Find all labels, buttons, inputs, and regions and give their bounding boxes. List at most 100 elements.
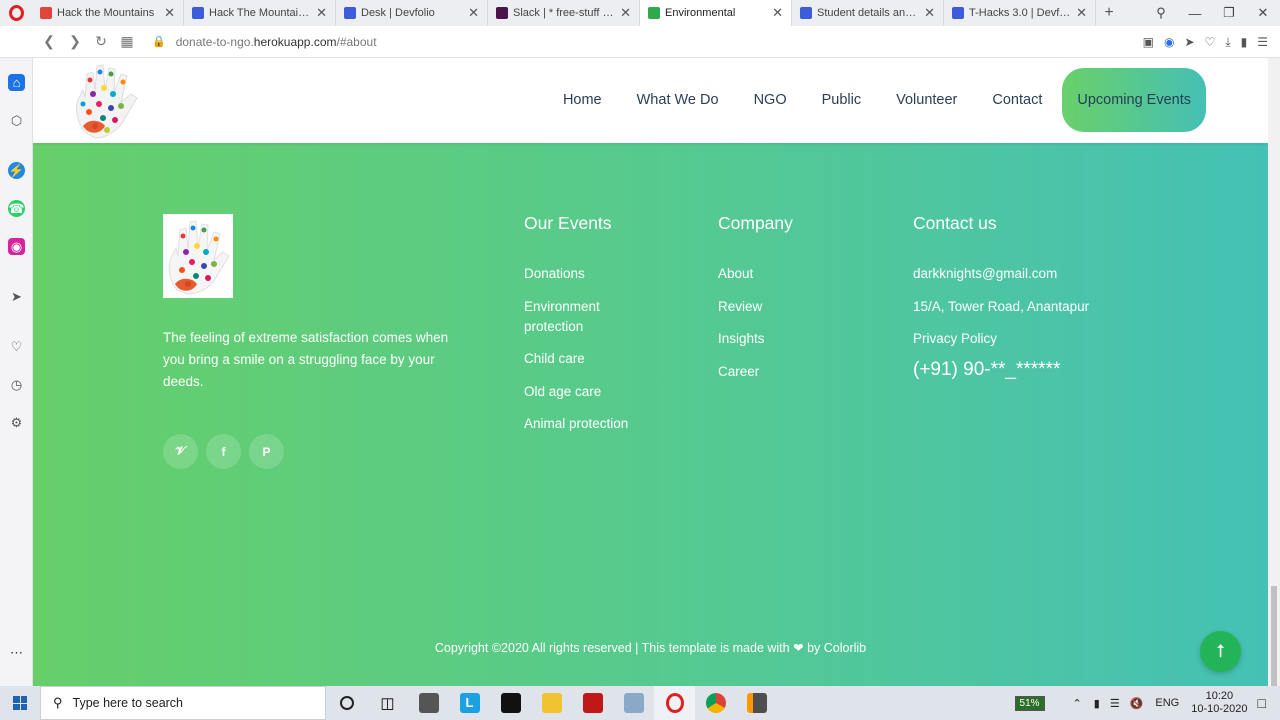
app-blue-icon[interactable] [613,686,654,720]
volume-icon[interactable]: 🔇 [1130,697,1144,710]
company-link-about[interactable]: About [718,264,868,284]
calculator-icon[interactable] [408,686,449,720]
scroll-to-top-button[interactable]: ⭡ [1200,631,1241,672]
new-tab-button[interactable]: + [1096,4,1122,22]
event-link-donations[interactable]: Donations [524,264,674,284]
language-indicator[interactable]: ENG [1155,697,1179,709]
tab-close-icon[interactable]: ✕ [164,5,175,21]
browser-tab[interactable]: Environmental ✕ [640,0,792,26]
lock-icon[interactable]: 🔒 [152,35,166,48]
pinterest-icon[interactable]: P [249,434,284,469]
mcafee-icon[interactable] [572,686,613,720]
more-dots-icon[interactable]: ⋯ [8,644,25,661]
nav-home[interactable]: Home [563,92,602,108]
site-logo[interactable] [69,60,143,140]
address-bar: ❮ ❯ ↻ ▦ 🔒 donate-to-ngo.herokuapp.com/#a… [0,26,1280,58]
search-tabs-icon[interactable]: ⚲ [1144,5,1178,21]
browser-tab[interactable]: Student details and doc ✕ [792,0,944,26]
cube-icon[interactable]: ⬡ [8,112,25,129]
tab-close-icon[interactable]: ✕ [620,5,631,21]
nav-volunteer[interactable]: Volunteer [896,92,957,108]
minimize-button[interactable]: — [1178,6,1212,21]
chrome-icon[interactable] [695,686,736,720]
app-black-icon[interactable] [490,686,531,720]
contact-heading: Contact us [913,213,997,233]
company-link-career[interactable]: Career [718,362,868,382]
nav-contact[interactable]: Contact [992,92,1042,108]
browser-tab[interactable]: Hack The Mountains: Da ✕ [184,0,336,26]
wifi-icon[interactable]: ☰ [1110,697,1120,710]
event-link-old-age-care[interactable]: Old age care [524,382,674,402]
site-footer: The feeling of extreme satisfaction come… [33,143,1268,686]
tab-close-icon[interactable]: ✕ [468,5,479,21]
heart-icon[interactable]: ♡ [8,338,25,355]
event-link-child-care[interactable]: Child care [524,349,674,369]
taskbar-search[interactable]: ⚲ Type here to search [40,686,326,720]
contact-phone: (+91) 90-**_****** [913,358,1061,380]
start-button[interactable] [0,686,40,720]
contact-email[interactable]: darkknights@gmail.com [913,264,1153,284]
colorlib-link[interactable]: by Colorlib [807,641,866,655]
flow-send-icon[interactable]: ➤ [1184,35,1194,49]
twitter-icon[interactable]: 𝓥 [163,434,198,469]
battery-icon[interactable]: ▮ [1094,697,1100,710]
company-link-review[interactable]: Review [718,297,868,317]
battery-saver-icon[interactable]: ▮ [1241,35,1248,49]
tab-close-icon[interactable]: ✕ [1076,5,1087,21]
notification-icon[interactable]: □ [1258,695,1266,711]
shield-icon[interactable]: ◉ [1164,35,1174,49]
privacy-policy-link[interactable]: Privacy Policy [913,329,1153,349]
heart-icon: ❤ [793,641,804,655]
company-link-insights[interactable]: Insights [718,329,868,349]
event-link-environment[interactable]: Environment protection [524,297,634,337]
browser-tab[interactable]: Desk | Devfolio ✕ [336,0,488,26]
system-tray: 51% ⌃ ▮ ☰ 🔇 ENG 10:20 10-10-2020 □ [1014,686,1280,720]
browser-tab[interactable]: Slack | * free-stuff | Hack ✕ [488,0,640,26]
tab-title: Hack the Mountains [57,7,155,19]
app-l-icon[interactable]: L [449,686,490,720]
facebook-icon[interactable]: f [206,434,241,469]
tab-close-icon[interactable]: ✕ [924,5,935,21]
cortana-icon[interactable] [326,686,367,720]
tab-close-icon[interactable]: ✕ [316,5,327,21]
nav-public[interactable]: Public [822,92,862,108]
instagram-icon[interactable]: ◉ [8,238,25,255]
snapshot-icon[interactable]: ▣ [1143,35,1154,49]
forward-button[interactable]: ❯ [62,33,88,50]
clock[interactable]: 10:20 10-10-2020 [1191,690,1247,716]
browser-tab[interactable]: Hack the Mountains ✕ [32,0,184,26]
easy-setup-icon[interactable]: ☰ [1257,35,1268,49]
page-scrollbar[interactable] [1268,58,1280,686]
messenger-icon[interactable]: ⚡ [8,162,25,179]
bookmark-heart-icon[interactable]: ♡ [1205,35,1216,49]
tabs-grid-icon[interactable]: ▦ [114,33,140,50]
tab-close-icon[interactable]: ✕ [772,5,783,21]
back-button[interactable]: ❮ [36,33,62,50]
reload-button[interactable]: ↻ [88,33,114,50]
opera-taskbar-icon[interactable] [654,686,695,720]
nav-what-we-do[interactable]: What We Do [637,92,719,108]
settings-gear-icon[interactable]: ⚙ [8,414,25,431]
upcoming-events-button[interactable]: Upcoming Events [1062,68,1206,132]
main-nav: Home What We Do NGO Public Volunteer Con… [528,68,1206,132]
show-hidden-icons[interactable]: ⌃ [1073,697,1082,710]
history-clock-icon[interactable]: ◷ [8,376,25,393]
tab-title: T-Hacks 3.0 | Devfolio [969,7,1072,19]
search-icon: ⚲ [53,695,63,710]
home-icon[interactable]: ⌂ [8,74,25,91]
url-field[interactable]: donate-to-ngo.herokuapp.com/#about [176,35,377,49]
task-view-icon[interactable]: ◫ [367,686,408,720]
opera-menu-icon[interactable] [0,0,32,26]
whatsapp-icon[interactable]: ☎ [8,200,25,217]
event-link-animal-protection[interactable]: Animal protection [524,414,674,434]
sublime-icon[interactable] [736,686,777,720]
browser-tab[interactable]: T-Hacks 3.0 | Devfolio ✕ [944,0,1096,26]
download-icon[interactable]: ⤓ [1225,35,1230,50]
close-window-button[interactable]: ✕ [1246,5,1280,21]
footer-logo[interactable] [163,214,233,298]
nav-ngo[interactable]: NGO [754,92,787,108]
file-explorer-icon[interactable] [531,686,572,720]
battery-indicator[interactable]: 51% [1014,695,1045,711]
restore-button[interactable]: ❐ [1212,5,1246,21]
send-icon[interactable]: ➤ [8,288,25,305]
